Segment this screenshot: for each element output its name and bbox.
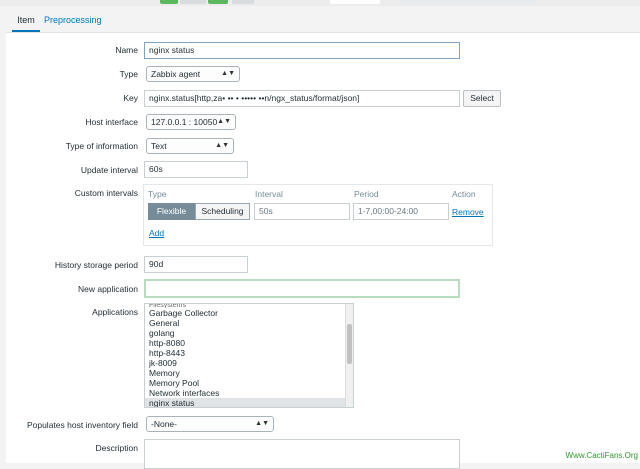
name-label: Name (115, 45, 138, 55)
list-item[interactable]: http-8080 (145, 338, 353, 348)
list-item[interactable]: Memory Pool (145, 378, 353, 388)
type-of-information-value: Text (151, 141, 167, 151)
host-interface-value: 127.0.0.1 : 10050 (151, 117, 218, 127)
list-item[interactable]: General (145, 318, 353, 328)
toolbar-green-button[interactable] (160, 0, 178, 4)
description-textarea[interactable] (144, 439, 460, 469)
history-storage-period-label: History storage period (54, 260, 138, 270)
key-select-button[interactable]: Select (463, 90, 501, 107)
scrollbar-thumb[interactable] (347, 324, 352, 364)
description-label: Description (95, 443, 138, 453)
new-application-label: New application (77, 284, 138, 294)
update-interval-input[interactable]: 60s (144, 161, 248, 178)
toolbar-button[interactable] (180, 0, 206, 4)
list-item-selected[interactable]: nginx status (145, 398, 345, 407)
applications-scrollbar[interactable] (345, 304, 353, 407)
add-interval-link[interactable]: Add (149, 228, 164, 238)
list-item[interactable]: Garbage Collector (145, 308, 353, 318)
toolbar-button-2[interactable] (232, 0, 254, 4)
type-of-information-select[interactable]: Text ▲▼ (146, 138, 234, 154)
chevron-updown-icon: ▲▼ (221, 70, 235, 77)
populates-host-inventory-value: -None- (151, 419, 177, 429)
chevron-updown-icon: ▲▼ (255, 420, 269, 427)
type-of-information-label: Type of information (65, 141, 138, 151)
type-label: Type (119, 69, 138, 79)
name-input[interactable]: nginx status (144, 42, 460, 59)
interval-input[interactable]: 50s (254, 203, 350, 220)
toolbar-links[interactable] (398, 0, 538, 4)
list-item[interactable]: golang (145, 328, 353, 338)
list-item[interactable]: Memory (145, 368, 353, 378)
new-application-input[interactable] (144, 279, 460, 298)
top-toolbar-strip (0, 0, 640, 6)
type-select[interactable]: Zabbix agent ▲▼ (146, 66, 240, 82)
chevron-updown-icon: ▲▼ (217, 118, 231, 125)
period-input[interactable]: 1-7,00:00-24:00 (353, 203, 449, 220)
ci-header-type: Type (148, 189, 167, 199)
history-storage-period-input[interactable]: 90d (144, 256, 248, 273)
chevron-updown-icon: ▲▼ (215, 142, 229, 149)
toolbar-field[interactable] (330, 0, 380, 4)
ci-header-period: Period (354, 189, 379, 199)
watermark-text: Www.CactiFans.Org (565, 451, 638, 460)
tab-preprocessing[interactable]: Preprocessing (44, 10, 104, 30)
populates-host-inventory-select[interactable]: -None- ▲▼ (146, 416, 274, 432)
applications-label: Applications (92, 307, 138, 317)
ci-header-interval: Interval (255, 189, 283, 199)
type-select-value: Zabbix agent (151, 69, 201, 79)
list-item[interactable]: jk-8009 (145, 358, 353, 368)
toolbar-green-button-2[interactable] (208, 0, 228, 4)
flexible-toggle[interactable]: Flexible (148, 203, 195, 220)
custom-intervals-label: Custom intervals (74, 188, 138, 198)
list-item[interactable]: Network interfaces (145, 388, 353, 398)
tab-item[interactable]: Item (12, 10, 40, 32)
key-label: Key (123, 93, 138, 103)
host-interface-label: Host interface (85, 117, 138, 127)
update-interval-label: Update interval (80, 165, 138, 175)
populates-host-inventory-label: Populates host inventory field (26, 420, 138, 430)
scheduling-toggle[interactable]: Scheduling (195, 203, 250, 220)
ci-header-action: Action (452, 189, 476, 199)
list-item[interactable]: http-8443 (145, 348, 353, 358)
key-input[interactable]: nginx.status[http,za• •• • ••••• ••n/ngx… (144, 90, 460, 107)
applications-listbox[interactable]: Filesystems Garbage Collector General go… (144, 303, 354, 408)
host-interface-select[interactable]: 127.0.0.1 : 10050 ▲▼ (146, 114, 236, 130)
remove-link[interactable]: Remove (452, 207, 484, 217)
